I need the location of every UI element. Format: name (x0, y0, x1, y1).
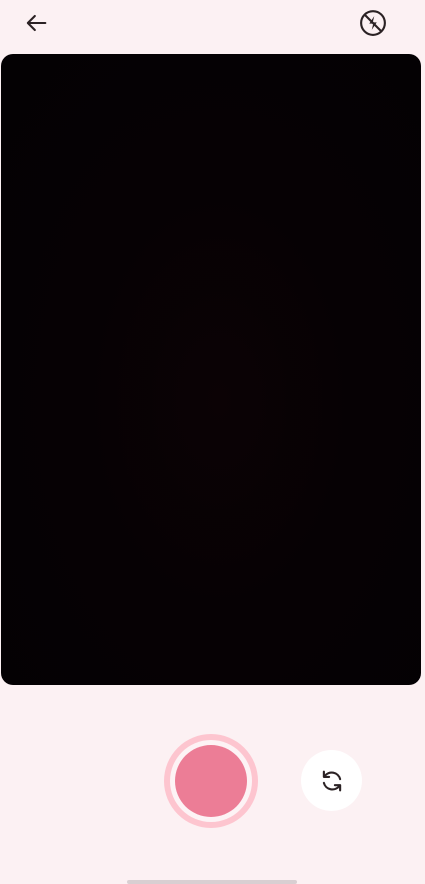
flash-toggle-button[interactable] (353, 3, 393, 43)
home-indicator (127, 880, 297, 884)
flash-off-icon (360, 10, 386, 36)
record-shutter-icon (175, 745, 247, 817)
arrow-left-icon (26, 14, 47, 32)
back-button[interactable] (16, 3, 56, 43)
shutter-inner-ring (170, 740, 252, 822)
record-shutter-button[interactable] (164, 734, 258, 828)
camera-viewfinder[interactable] (1, 54, 421, 685)
switch-camera-button[interactable] (301, 750, 362, 811)
switch-camera-icon (322, 770, 341, 791)
top-bar (0, 0, 425, 48)
